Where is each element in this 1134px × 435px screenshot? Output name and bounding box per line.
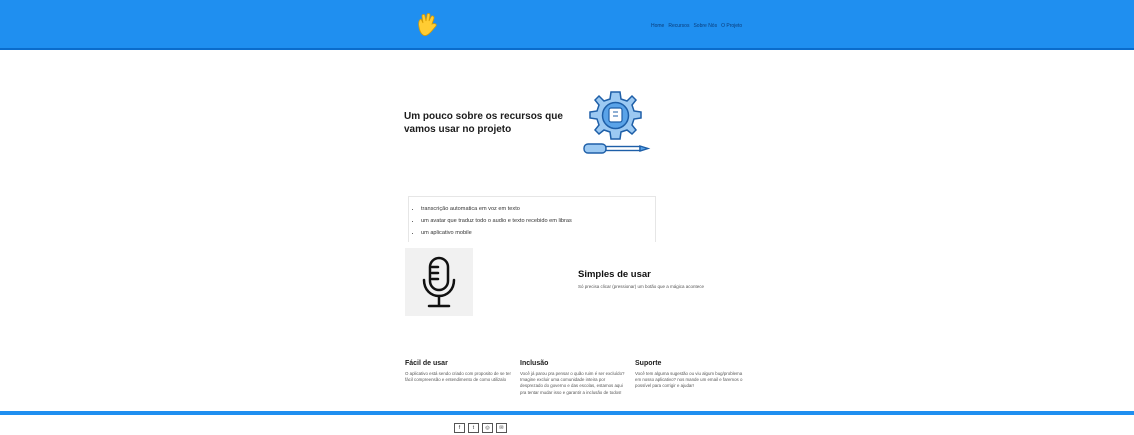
column-text: Você já parou pra pensar o quão ruim é s…: [520, 371, 625, 395]
column-facil: Fácil de usar O aplicativo está sendo cr…: [405, 360, 513, 383]
nav-link-recursos[interactable]: Recursos: [668, 23, 689, 29]
simple-title: Simples de usar: [578, 269, 651, 280]
feature-item: um aplicativo mobile: [421, 227, 655, 239]
microphone-icon: [422, 256, 456, 308]
instagram-icon[interactable]: ◎: [482, 423, 493, 433]
navbar-border: [0, 48, 1134, 50]
nav-link-sobre-nos[interactable]: Sobre Nós: [693, 23, 717, 29]
column-text: Você tem alguma sugestão ou viu algum bu…: [635, 371, 743, 389]
twitter-icon[interactable]: t: [468, 423, 479, 433]
social-links: f t ◎ ✉: [454, 423, 507, 433]
feature-item: um avatar que traduz todo o audio e text…: [421, 215, 655, 227]
navbar: Home Recursos Sobre Nós O Projeto: [0, 0, 1134, 48]
waving-hand-logo-icon[interactable]: [413, 11, 441, 39]
column-title: Fácil de usar: [405, 360, 448, 367]
nav-links: Home Recursos Sobre Nós O Projeto: [651, 23, 742, 29]
footer-border: [0, 411, 1134, 415]
email-icon[interactable]: ✉: [496, 423, 507, 433]
nav-link-o-projeto[interactable]: O Projeto: [721, 23, 742, 29]
feature-item: transcrição automatica em voz em texto: [421, 203, 655, 215]
gear-screwdriver-icon: [583, 91, 651, 154]
column-suporte: Suporte Você tem alguma sugestão ou viu …: [635, 360, 743, 390]
column-title: Suporte: [635, 360, 662, 367]
column-text: O aplicativo está sendo criado com propo…: [405, 371, 511, 383]
column-inclusao: Inclusão Você já parou pra pensar o quão…: [520, 360, 628, 396]
nav-link-home[interactable]: Home: [651, 23, 664, 29]
microphone-image: [405, 248, 473, 316]
features-list-card: transcrição automatica em voz em texto u…: [408, 196, 656, 242]
simple-text: Só precisa clicar (pressionar) um botão …: [578, 284, 705, 289]
column-title: Inclusão: [520, 360, 549, 367]
facebook-icon[interactable]: f: [454, 423, 465, 433]
hero-title: Um pouco sobre os recursos que vamos usa…: [404, 111, 563, 135]
